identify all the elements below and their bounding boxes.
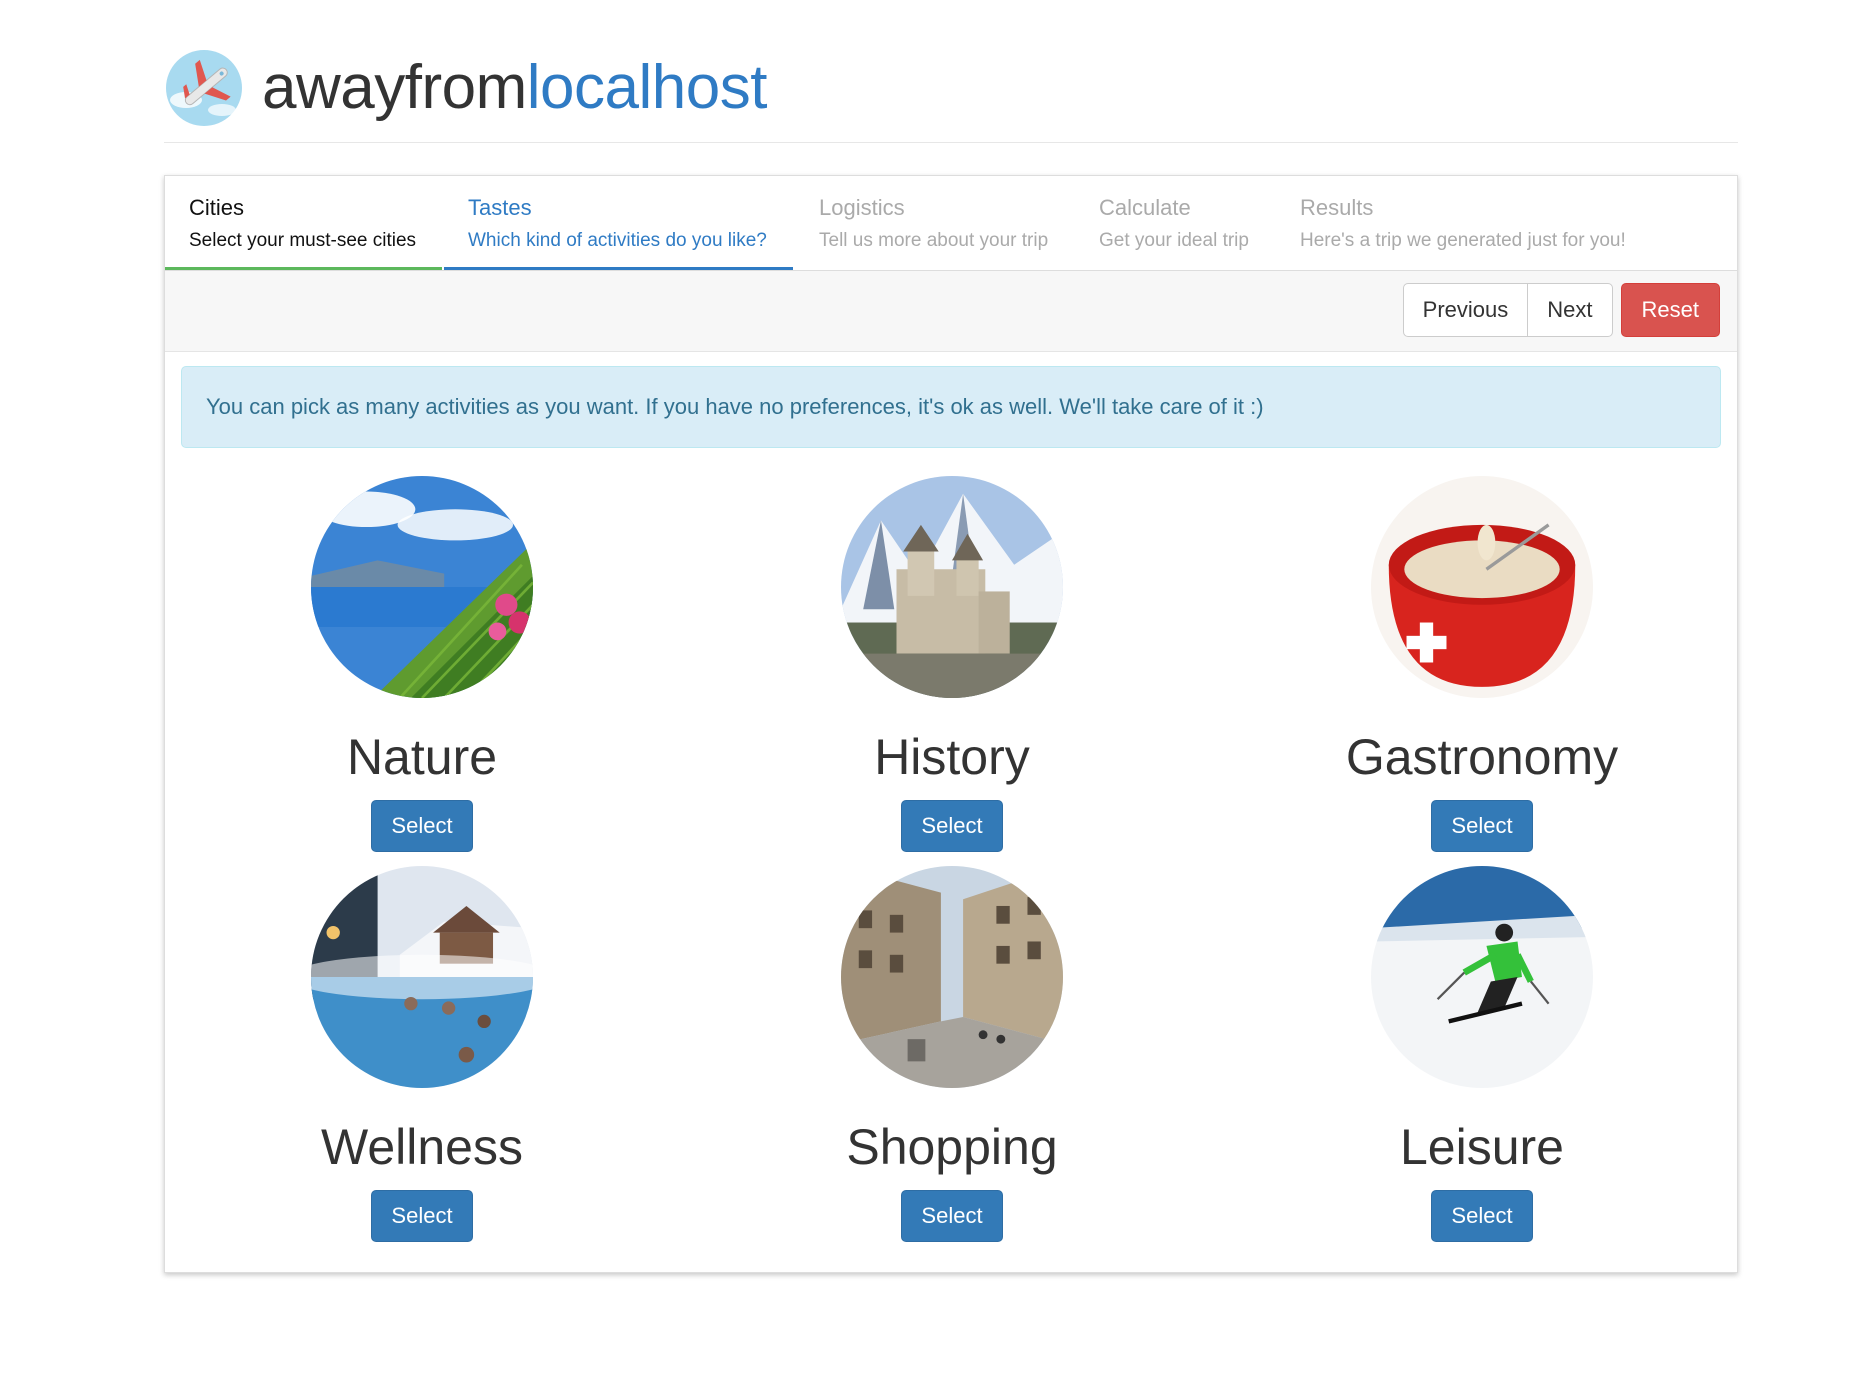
airplane-globe-logo-icon (166, 50, 242, 126)
brand-name-part2: localhost (526, 53, 768, 122)
fondue-pot-photo (1371, 476, 1593, 698)
step-subtitle: Which kind of activities do you like? (468, 230, 767, 251)
thermal-pool-photo (311, 866, 533, 1088)
select-button[interactable]: Select (901, 800, 1003, 852)
select-button[interactable]: Select (1431, 800, 1533, 852)
vineyard-lake-photo (311, 476, 533, 698)
step-subtitle: Get your ideal trip (1099, 230, 1249, 251)
step-subtitle: Select your must-see cities (189, 230, 417, 251)
brand-name: awayfromlocalhost (262, 57, 767, 119)
wizard-buttons: Previous Next Reset (1402, 283, 1720, 337)
step-subtitle: Tell us more about your trip (819, 230, 1049, 251)
step-title: Cities (189, 195, 245, 220)
select-button[interactable]: Select (371, 1190, 473, 1242)
wizard-steps: Cities Select your must-see cities Taste… (165, 176, 1737, 271)
wizard-panel: Cities Select your must-see cities Taste… (164, 175, 1738, 1273)
step-results[interactable]: Results Here's a trip we generated just … (1276, 176, 1636, 270)
activity-card-gastronomy: Gastronomy Select (1282, 476, 1682, 852)
activity-card-nature: Nature Select (222, 476, 622, 852)
step-title: Calculate (1099, 195, 1191, 220)
step-cities[interactable]: Cities Select your must-see cities (165, 176, 442, 270)
info-alert: You can pick as many activities as you w… (181, 366, 1721, 448)
activity-title: Shopping (846, 1119, 1058, 1175)
city-street-photo (841, 866, 1063, 1088)
step-tastes[interactable]: Tastes Which kind of activities do you l… (444, 176, 793, 270)
activity-title: Gastronomy (1345, 729, 1619, 785)
select-button[interactable]: Select (371, 800, 473, 852)
reset-button[interactable]: Reset (1620, 283, 1720, 337)
step-logistics[interactable]: Logistics Tell us more about your trip (795, 176, 1075, 270)
activity-card-history: History Select (752, 476, 1152, 852)
step-title: Results (1300, 195, 1374, 220)
brand-name-part1: awayfrom (262, 53, 527, 122)
brand[interactable]: awayfromlocalhost (164, 48, 767, 128)
page: awayfromlocalhost Cities Select your mus… (0, 0, 1874, 1394)
step-title: Logistics (819, 195, 905, 220)
step-title: Tastes (468, 195, 532, 220)
activity-card-leisure: Leisure Select (1282, 866, 1682, 1242)
activity-card-wellness: Wellness Select (222, 866, 622, 1242)
step-subtitle: Here's a trip we generated just for you! (1300, 230, 1626, 251)
header-divider (164, 142, 1738, 143)
activity-title: Nature (346, 729, 498, 785)
activity-title: Leisure (1400, 1119, 1564, 1175)
castle-mountains-photo (841, 476, 1063, 698)
skier-photo (1371, 866, 1593, 1088)
step-calculate[interactable]: Calculate Get your ideal trip (1075, 176, 1275, 270)
activity-title: History (874, 729, 1030, 785)
previous-button[interactable]: Previous (1402, 283, 1529, 337)
activity-card-shopping: Shopping Select (752, 866, 1152, 1242)
select-button[interactable]: Select (901, 1190, 1003, 1242)
next-button[interactable]: Next (1527, 283, 1613, 337)
wizard-toolbar: Previous Next Reset (165, 271, 1737, 352)
activity-title: Wellness (321, 1119, 523, 1175)
select-button[interactable]: Select (1431, 1190, 1533, 1242)
